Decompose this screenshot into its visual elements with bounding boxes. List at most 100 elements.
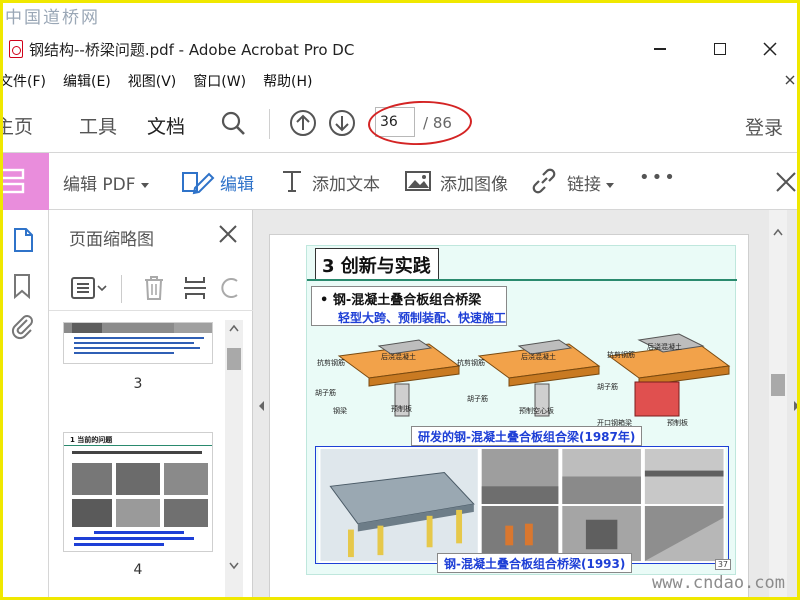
options-menu-icon[interactable] xyxy=(71,277,107,299)
thumbnail-page-4[interactable]: 1 当前的问题 xyxy=(63,432,213,552)
bookmark-icon[interactable] xyxy=(11,272,33,300)
thumbnail-label: 4 xyxy=(133,562,143,578)
tab-tools[interactable]: 工具 xyxy=(79,112,117,139)
add-image-button[interactable]: 添加图像 xyxy=(440,170,508,195)
slide-page-number: 37 xyxy=(714,559,731,570)
tab-home[interactable]: 主页 xyxy=(3,112,33,139)
slide-title: 3 创新与实践 xyxy=(315,248,439,280)
diagram-label: 抗剪钢筋 xyxy=(317,359,345,367)
diagram-label: 预制板 xyxy=(391,405,412,413)
slide-subtitle: 轻型大跨、预制装配、快速施工 xyxy=(338,311,507,325)
slide: 3 创新与实践 • 钢-混凝土叠合板组合桥梁 轻型大跨、预制装配、快速施工 抗剪… xyxy=(306,245,737,575)
diagram-label: 胡子筋 xyxy=(467,395,488,403)
edit-pdf-dropdown[interactable]: 编辑 PDF xyxy=(63,170,149,195)
scrollbar-thumb[interactable] xyxy=(227,348,241,370)
add-text-icon[interactable] xyxy=(281,169,303,193)
menu-edit[interactable]: 编辑(E) xyxy=(63,71,111,91)
diagram-label: 抗剪钢筋 xyxy=(457,359,485,367)
title-bar: 钢结构--桥梁问题.pdf - Adobe Acrobat Pro DC xyxy=(3,31,797,67)
diagram-label: 预制板 xyxy=(667,419,688,427)
panel-title: 页面缩略图 xyxy=(69,230,154,250)
diagram-label: 后浇混凝土 xyxy=(521,353,556,361)
page-thumbnails-panel: 页面缩略图 3 1 当前的问题 4 xyxy=(49,210,253,597)
watermark-bottom: www.cndao.com xyxy=(651,573,785,593)
link-icon[interactable] xyxy=(530,167,558,195)
thumbnail-heading: 1 当前的问题 xyxy=(70,436,113,444)
slide-bullet-box: • 钢-混凝土叠合板组合桥梁 轻型大跨、预制装配、快速施工 xyxy=(311,286,507,326)
minimize-icon xyxy=(654,48,666,50)
edit-pdf-tool-button[interactable] xyxy=(3,153,49,210)
edit-pdf-label: 编辑 PDF xyxy=(63,175,136,195)
expand-panel-icon[interactable] xyxy=(793,400,800,412)
extract-pages-icon[interactable] xyxy=(183,275,207,301)
delete-icon[interactable] xyxy=(143,275,165,301)
page-thumbnails-icon[interactable] xyxy=(11,226,35,254)
diagram-label: 预制空心板 xyxy=(519,407,554,415)
scroll-up-icon[interactable] xyxy=(229,324,239,332)
thumbnail-page-3[interactable] xyxy=(63,322,213,364)
edit-icon[interactable] xyxy=(181,168,215,196)
diagram-caption: 研发的钢-混凝土叠合板组合梁(1987年) xyxy=(411,426,643,446)
link-label: 链接 xyxy=(567,175,601,195)
pdf-page: 3 创新与实践 • 钢-混凝土叠合板组合桥梁 轻型大跨、预制装配、快速施工 抗剪… xyxy=(269,234,749,597)
close-panel-icon[interactable] xyxy=(218,224,238,244)
chevron-down-icon xyxy=(140,182,149,188)
toolbar-divider xyxy=(121,275,122,303)
slide-header-line xyxy=(307,279,737,281)
login-button[interactable]: 登录 xyxy=(745,113,783,140)
edit-button[interactable]: 编辑 xyxy=(220,170,254,195)
diagram-label: 后浇混凝土 xyxy=(381,353,416,361)
acrobat-pdf-icon xyxy=(9,40,23,58)
slide-bullet: • 钢-混凝土叠合板组合桥梁 xyxy=(320,293,482,308)
diagram-label: 胡子筋 xyxy=(597,383,618,391)
menu-file[interactable]: 文件(F) xyxy=(3,71,46,91)
close-icon xyxy=(785,75,795,85)
diagram-label: 胡子筋 xyxy=(315,389,336,397)
minimize-button[interactable] xyxy=(637,31,683,67)
diagram-label: 后浇混凝土 xyxy=(647,343,682,351)
close-document-button[interactable] xyxy=(785,73,795,89)
edit-pdf-icon xyxy=(3,168,25,194)
menu-help[interactable]: 帮助(H) xyxy=(263,71,312,91)
thumbnail-scrollbar[interactable] xyxy=(225,320,243,597)
photos-caption: 钢-混凝土叠合板组合桥梁(1993) xyxy=(437,553,633,573)
navigation-rail xyxy=(3,210,49,597)
app-frame: 中国道桥网 钢结构--桥梁问题.pdf - Adobe Acrobat Pro … xyxy=(0,0,800,600)
close-icon[interactable] xyxy=(775,171,797,193)
bridge-photos xyxy=(315,446,729,564)
thumbnail-label: 3 xyxy=(133,376,143,392)
thumbnail-tools xyxy=(49,265,253,311)
chevron-down-icon xyxy=(606,182,614,188)
search-icon[interactable] xyxy=(219,109,247,137)
tab-document[interactable]: 文档 xyxy=(147,112,186,156)
previous-page-icon[interactable] xyxy=(289,109,317,137)
document-view: 3 创新与实践 • 钢-混凝土叠合板组合桥梁 轻型大跨、预制装配、快速施工 抗剪… xyxy=(253,210,800,597)
maximize-icon xyxy=(714,43,726,55)
document-scrollbar[interactable] xyxy=(769,210,787,597)
scroll-down-icon[interactable] xyxy=(229,562,239,570)
thumbnail-image xyxy=(64,445,212,546)
close-icon xyxy=(763,42,777,56)
menu-view[interactable]: 视图(V) xyxy=(128,71,177,91)
menu-bar: 文件(F) 编辑(E) 视图(V) 窗口(W) 帮助(H) xyxy=(3,67,797,95)
rotate-icon[interactable] xyxy=(221,275,241,301)
toolbar-divider xyxy=(269,109,270,139)
add-text-button[interactable]: 添加文本 xyxy=(312,170,380,195)
scroll-up-icon[interactable] xyxy=(773,228,783,236)
add-image-icon[interactable] xyxy=(404,169,432,193)
close-window-button[interactable] xyxy=(747,31,793,67)
more-options-button[interactable]: ••• xyxy=(639,167,677,188)
menu-window[interactable]: 窗口(W) xyxy=(193,71,246,91)
window-title: 钢结构--桥梁问题.pdf - Adobe Acrobat Pro DC xyxy=(29,40,355,59)
thumbnail-image xyxy=(64,323,212,354)
maximize-button[interactable] xyxy=(697,31,743,67)
watermark-top: 中国道桥网 xyxy=(5,8,100,28)
attachment-icon[interactable] xyxy=(9,312,35,340)
edit-toolbar: 编辑 PDF 编辑 添加文本 添加图像 链接 ••• xyxy=(3,153,797,210)
diagram-label: 钢梁 xyxy=(333,407,347,415)
scrollbar-thumb[interactable] xyxy=(771,374,785,396)
diagram-label: 抗剪钢筋 xyxy=(607,351,635,359)
link-dropdown[interactable]: 链接 xyxy=(567,170,614,195)
collapse-panel-icon[interactable] xyxy=(257,400,265,412)
next-page-icon[interactable] xyxy=(328,109,356,137)
